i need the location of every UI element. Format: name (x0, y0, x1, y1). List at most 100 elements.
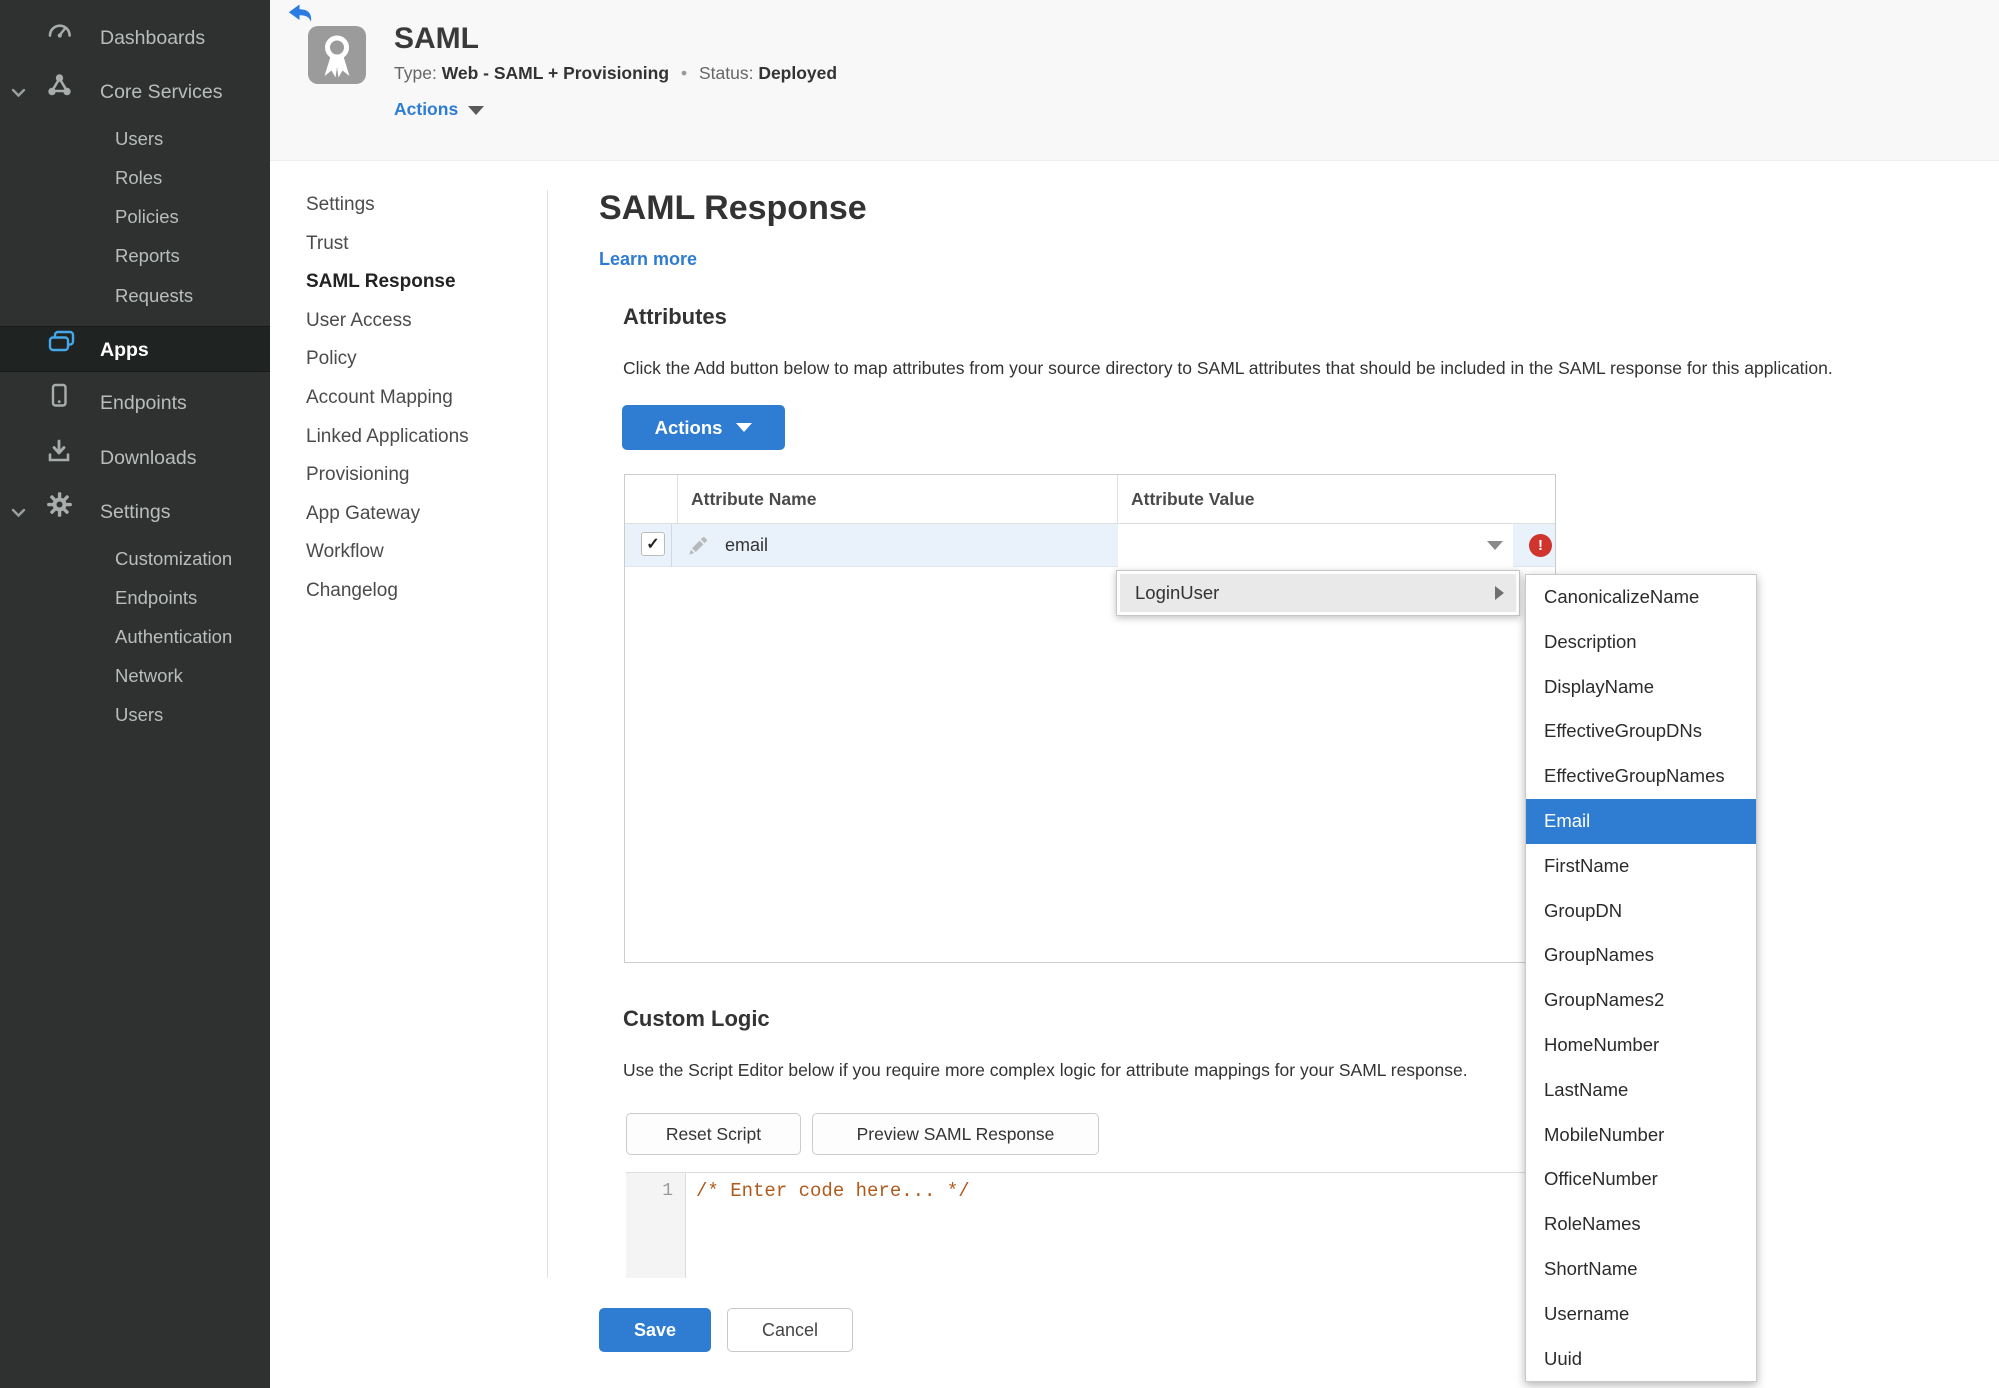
custom-logic-heading: Custom Logic (623, 1006, 770, 1031)
save-button[interactable]: Save (599, 1308, 711, 1352)
cancel-button[interactable]: Cancel (727, 1308, 853, 1352)
table-row[interactable]: ✓ email ! (625, 524, 1555, 567)
sidebar-item-requests[interactable]: Requests (0, 276, 270, 315)
column-divider (1117, 475, 1118, 524)
menu-item-loginuser[interactable]: LoginUser (1120, 574, 1516, 612)
submenu-item-groupnames2[interactable]: GroupNames2 (1526, 978, 1756, 1023)
submenu-item-mobilenumber[interactable]: MobileNumber (1526, 1113, 1756, 1158)
subnav-item-app-gateway[interactable]: App Gateway (306, 495, 536, 534)
line-number: 1 (662, 1181, 673, 1201)
mobile-device-icon (46, 381, 72, 425)
sidebar-item-apps[interactable]: Apps (0, 326, 270, 372)
preview-saml-response-button[interactable]: Preview SAML Response (812, 1113, 1099, 1155)
sidebar-item-endpoints[interactable]: Endpoints (0, 381, 270, 425)
actions-button-label: Actions (654, 416, 723, 438)
submenu-item-firstname[interactable]: FirstName (1526, 844, 1756, 889)
sidebar-item-dashboards[interactable]: Dashboards (0, 16, 270, 60)
page-title: SAML (394, 22, 479, 55)
sidebar-item-customization[interactable]: Customization (0, 539, 270, 578)
submenu-item-groupdn[interactable]: GroupDN (1526, 889, 1756, 934)
subnav-item-linked-applications[interactable]: Linked Applications (306, 418, 536, 457)
code-editor-content[interactable]: /* Enter code here... */ (696, 1180, 970, 1202)
subnav-item-account-mapping[interactable]: Account Mapping (306, 379, 536, 418)
submenu-item-uuid[interactable]: Uuid (1526, 1337, 1756, 1382)
status-badge: Deployed (758, 63, 838, 83)
sidebar-item-authentication[interactable]: Authentication (0, 617, 270, 656)
sidebar-item-downloads[interactable]: Downloads (0, 436, 270, 480)
gear-icon (46, 490, 73, 534)
content-divider (547, 190, 548, 1278)
caret-down-icon (1487, 541, 1503, 550)
value-dropdown-menu: LoginUser (1116, 570, 1520, 616)
status-label: Status: (698, 63, 754, 83)
sidebar-item-label: Requests (115, 284, 194, 306)
submenu-arrow-icon (1495, 586, 1504, 600)
submenu-item-email[interactable]: Email (1526, 798, 1756, 844)
subnav-item-workflow[interactable]: Workflow (306, 533, 536, 572)
back-arrow-icon[interactable] (288, 4, 315, 28)
subnav-item-user-access[interactable]: User Access (306, 302, 536, 341)
sidebar-item-reports[interactable]: Reports (0, 236, 270, 275)
sidebar-item-label: Users (115, 127, 164, 149)
submenu-item-lastname[interactable]: LastName (1526, 1068, 1756, 1113)
edit-pencil-icon[interactable] (685, 534, 710, 564)
app-subnav: Settings Trust SAML Response User Access… (306, 186, 536, 611)
sidebar-item-settings[interactable]: Settings (0, 490, 270, 534)
download-icon (46, 436, 72, 480)
submenu-item-canonicalizename[interactable]: CanonicalizeName (1526, 575, 1756, 620)
sidebar-item-users[interactable]: Users (0, 119, 270, 158)
section-title: SAML Response (599, 189, 867, 227)
sidebar-item-roles[interactable]: Roles (0, 158, 270, 197)
subnav-item-settings[interactable]: Settings (306, 186, 536, 225)
header-actions-label: Actions (394, 99, 459, 119)
submenu-item-username[interactable]: Username (1526, 1292, 1756, 1337)
row-checkbox[interactable]: ✓ (641, 532, 665, 556)
reset-script-button[interactable]: Reset Script (626, 1113, 801, 1155)
submenu-item-rolenames[interactable]: RoleNames (1526, 1202, 1756, 1247)
gauge-icon (46, 16, 73, 60)
subnav-item-changelog[interactable]: Changelog (306, 572, 536, 611)
sidebar-item-core-services[interactable]: Core Services (0, 70, 270, 114)
sidebar-item-policies[interactable]: Policies (0, 197, 270, 236)
attributes-actions-button[interactable]: Actions (622, 405, 785, 450)
header-actions-menu[interactable]: Actions (394, 99, 485, 120)
sidebar-item-users-settings[interactable]: Users (0, 695, 270, 734)
menu-item-label: LoginUser (1135, 582, 1220, 603)
sidebar-item-label: Core Services (100, 81, 223, 103)
chevron-down-icon[interactable] (11, 70, 26, 114)
sidebar-item-endpoints-settings[interactable]: Endpoints (0, 578, 270, 617)
editor-top-border (626, 1172, 1556, 1173)
attributes-table: Attribute Name Attribute Value ✓ email ! (624, 474, 1556, 963)
learn-more-link[interactable]: Learn more (599, 249, 697, 270)
submenu-item-shortname[interactable]: ShortName (1526, 1247, 1756, 1292)
sidebar-item-label: Settings (100, 501, 171, 523)
sidebar-item-label: Network (115, 664, 183, 686)
sidebar-item-label: Authentication (115, 625, 233, 647)
attribute-value-dropdown[interactable] (1118, 524, 1513, 567)
sidebar-item-label: Users (115, 703, 164, 725)
app-type-status-line: Type: Web - SAML + Provisioning • Status… (394, 63, 837, 84)
submenu-item-effectivegroupdns[interactable]: EffectiveGroupDNs (1526, 709, 1756, 754)
error-badge-icon: ! (1529, 534, 1552, 557)
submenu-item-effectivegroupnames[interactable]: EffectiveGroupNames (1526, 754, 1756, 799)
sidebar-item-network[interactable]: Network (0, 656, 270, 695)
subnav-item-trust[interactable]: Trust (306, 225, 536, 264)
submenu-item-displayname[interactable]: DisplayName (1526, 665, 1756, 710)
caret-down-icon (468, 105, 485, 115)
type-label: Type: (394, 63, 437, 83)
editor-line-gutter: 1 (626, 1173, 686, 1278)
attribute-name-cell: email (725, 535, 769, 555)
submenu-item-description[interactable]: Description (1526, 620, 1756, 665)
subnav-item-provisioning[interactable]: Provisioning (306, 456, 536, 495)
submenu-item-groupnames[interactable]: GroupNames (1526, 933, 1756, 978)
column-divider (671, 524, 672, 567)
attribute-submenu: CanonicalizeName Description DisplayName… (1525, 574, 1757, 1383)
sidebar-item-label: Endpoints (100, 392, 187, 414)
subnav-item-policy[interactable]: Policy (306, 340, 536, 379)
sidebar-item-label: Reports (115, 244, 180, 266)
submenu-item-officenumber[interactable]: OfficeNumber (1526, 1157, 1756, 1202)
chevron-down-icon[interactable] (11, 490, 26, 534)
subnav-item-saml-response[interactable]: SAML Response (306, 263, 536, 302)
column-header-attribute-name: Attribute Name (691, 489, 817, 509)
submenu-item-homenumber[interactable]: HomeNumber (1526, 1023, 1756, 1068)
